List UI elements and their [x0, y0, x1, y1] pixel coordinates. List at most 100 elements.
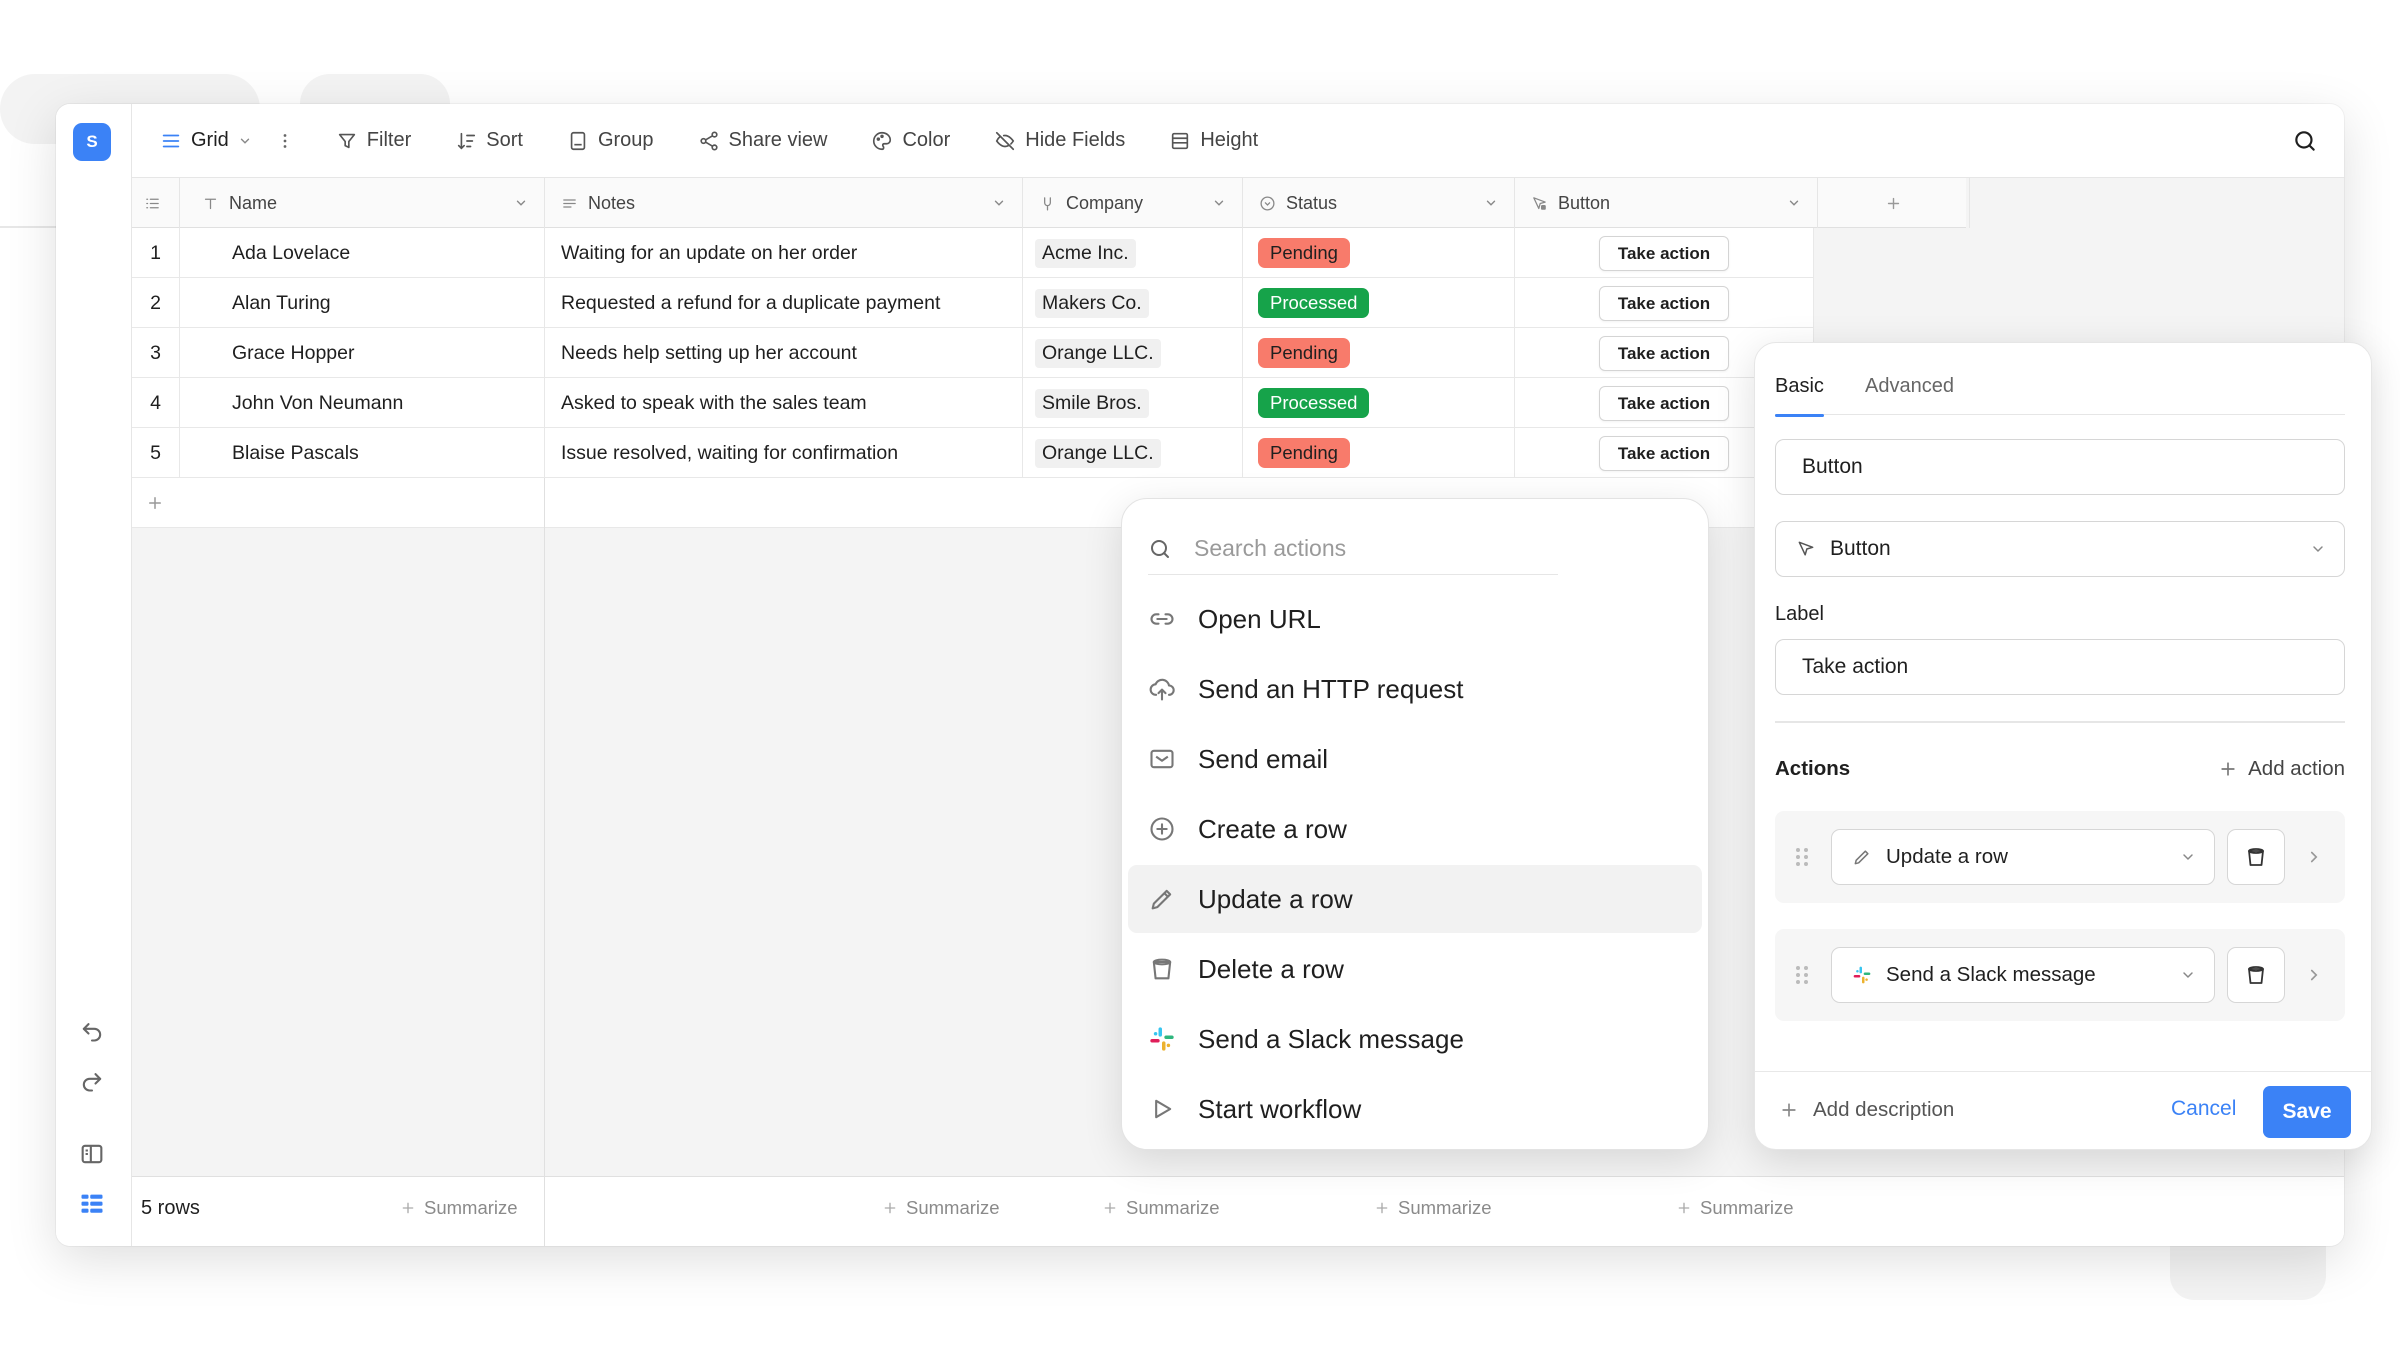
- chevron-right-icon[interactable]: [2305, 965, 2323, 985]
- notes-cell[interactable]: Issue resolved, waiting for confirmation: [545, 428, 1023, 478]
- table-row[interactable]: 2 Alan Turing Requested a refund for a d…: [132, 278, 1814, 328]
- status-cell[interactable]: Processed: [1243, 378, 1515, 428]
- table-row[interactable]: 3 Grace Hopper Needs help setting up her…: [132, 328, 1814, 378]
- add-action-button[interactable]: Add action: [2218, 757, 2345, 781]
- panel-toggle-icon[interactable]: [78, 1140, 106, 1168]
- column-header-name[interactable]: Name: [180, 178, 545, 228]
- company-cell[interactable]: Acme Inc.: [1023, 228, 1243, 278]
- action-type-select[interactable]: Update a row: [1831, 829, 2215, 885]
- action-option-update-row[interactable]: Update a row: [1128, 865, 1702, 933]
- column-header-button[interactable]: Button: [1515, 178, 1818, 228]
- name-cell[interactable]: Alan Turing: [180, 278, 545, 328]
- action-option-delete-row[interactable]: Delete a row: [1128, 935, 1702, 1003]
- background-line: [0, 226, 56, 228]
- search-icon[interactable]: [2292, 128, 2318, 154]
- cancel-button[interactable]: Cancel: [2171, 1097, 2236, 1121]
- row-height-icon: [1172, 132, 1189, 149]
- tab-advanced[interactable]: Advanced: [1865, 357, 1954, 415]
- field-type-select[interactable]: Button: [1775, 521, 2345, 577]
- save-button[interactable]: Save: [2263, 1086, 2351, 1138]
- chevron-down-icon[interactable]: [992, 196, 1006, 210]
- delete-action-button[interactable]: [2227, 829, 2285, 885]
- name-cell[interactable]: Blaise Pascals: [180, 428, 545, 478]
- chevron-down-icon[interactable]: [1787, 196, 1801, 210]
- status-cell[interactable]: Pending: [1243, 328, 1515, 378]
- column-header-notes[interactable]: Notes: [545, 178, 1023, 228]
- table-row[interactable]: 1 Ada Lovelace Waiting for an update on …: [132, 228, 1814, 278]
- tables-icon[interactable]: [78, 1190, 106, 1218]
- status-cell[interactable]: Processed: [1243, 278, 1515, 328]
- workspace-logo[interactable]: S: [73, 123, 111, 161]
- summarize-label: Summarize: [1700, 1197, 1794, 1218]
- company-cell[interactable]: Orange LLC.: [1023, 428, 1243, 478]
- take-action-button[interactable]: Take action: [1598, 235, 1730, 271]
- hide-fields-button[interactable]: Hide Fields: [994, 129, 1125, 152]
- column-header-company[interactable]: Company: [1023, 178, 1243, 228]
- plus-icon: [884, 1202, 896, 1214]
- share-view-button[interactable]: Share view: [698, 129, 827, 152]
- take-action-button[interactable]: Take action: [1598, 385, 1730, 421]
- company-cell[interactable]: Orange LLC.: [1023, 328, 1243, 378]
- chevron-down-icon[interactable]: [514, 196, 528, 210]
- name-cell[interactable]: Grace Hopper: [180, 328, 545, 378]
- status-cell[interactable]: Pending: [1243, 228, 1515, 278]
- chevron-right-icon[interactable]: [2305, 847, 2323, 867]
- tab-basic[interactable]: Basic: [1775, 357, 1824, 417]
- take-action-button[interactable]: Take action: [1598, 335, 1730, 371]
- redo-icon[interactable]: [78, 1066, 106, 1094]
- action-option-send-email[interactable]: Send email: [1128, 725, 1702, 793]
- field-name-input[interactable]: Button: [1775, 439, 2345, 495]
- action-option-slack-message[interactable]: Send a Slack message: [1128, 1005, 1702, 1073]
- sort-button[interactable]: Sort: [455, 129, 523, 152]
- drag-handle-icon[interactable]: [1793, 963, 1811, 987]
- actions-dropdown: Open URL Send an HTTP request Send email…: [1121, 498, 1709, 1150]
- row-number: 5: [132, 428, 180, 478]
- status-badge: Pending: [1258, 438, 1350, 468]
- column-header-status[interactable]: Status: [1243, 178, 1515, 228]
- name-cell[interactable]: Ada Lovelace: [180, 228, 545, 278]
- delete-action-button[interactable]: [2227, 947, 2285, 1003]
- notes-cell[interactable]: Asked to speak with the sales team: [545, 378, 1023, 428]
- action-search-input[interactable]: [1194, 535, 1494, 562]
- actions-title: Actions: [1775, 757, 1851, 780]
- filter-button[interactable]: Filter: [336, 129, 411, 152]
- summarize-name[interactable]: Summarize: [400, 1197, 518, 1219]
- company-cell[interactable]: Smile Bros.: [1023, 378, 1243, 428]
- chevron-down-icon[interactable]: [1484, 196, 1498, 210]
- add-column-button[interactable]: [1818, 178, 1970, 228]
- view-switcher[interactable]: Grid: [160, 129, 252, 152]
- grid-view-icon: [162, 134, 180, 147]
- header-row: Name Notes Company Status Button: [132, 178, 1970, 228]
- chevron-down-icon[interactable]: [1212, 196, 1226, 210]
- sort-icon: [458, 132, 476, 150]
- add-description-button[interactable]: Add description: [1779, 1098, 1954, 1122]
- plus-icon: [149, 497, 161, 509]
- summarize-button[interactable]: Summarize: [1676, 1197, 1794, 1219]
- notes-cell[interactable]: Waiting for an update on her order: [545, 228, 1023, 278]
- action-type-select[interactable]: Send a Slack message: [1831, 947, 2215, 1003]
- summarize-status[interactable]: Summarize: [1374, 1197, 1492, 1219]
- action-option-http-request[interactable]: Send an HTTP request: [1128, 655, 1702, 723]
- notes-cell[interactable]: Requested a refund for a duplicate payme…: [545, 278, 1023, 328]
- company-cell[interactable]: Makers Co.: [1023, 278, 1243, 328]
- summarize-notes[interactable]: Summarize: [882, 1197, 1000, 1219]
- drag-handle-icon[interactable]: [1793, 845, 1811, 869]
- label-input[interactable]: Take action: [1775, 639, 2345, 695]
- view-options-button[interactable]: [274, 130, 296, 152]
- color-button[interactable]: Color: [871, 129, 950, 152]
- take-action-button[interactable]: Take action: [1598, 435, 1730, 471]
- summarize-company[interactable]: Summarize: [1102, 1197, 1220, 1219]
- row-height-button[interactable]: Height: [1169, 129, 1258, 152]
- take-action-button[interactable]: Take action: [1598, 285, 1730, 321]
- undo-icon[interactable]: [78, 1016, 106, 1044]
- notes-cell[interactable]: Needs help setting up her account: [545, 328, 1023, 378]
- status-cell[interactable]: Pending: [1243, 428, 1515, 478]
- action-option-create-row[interactable]: Create a row: [1128, 795, 1702, 863]
- company-chip: Orange LLC.: [1035, 338, 1161, 368]
- action-option-start-workflow[interactable]: Start workflow: [1128, 1075, 1702, 1143]
- table-row[interactable]: 4 John Von Neumann Asked to speak with t…: [132, 378, 1814, 428]
- name-cell[interactable]: John Von Neumann: [180, 378, 545, 428]
- table-row[interactable]: 5 Blaise Pascals Issue resolved, waiting…: [132, 428, 1814, 478]
- action-option-open-url[interactable]: Open URL: [1128, 585, 1702, 653]
- group-button[interactable]: Group: [567, 129, 654, 152]
